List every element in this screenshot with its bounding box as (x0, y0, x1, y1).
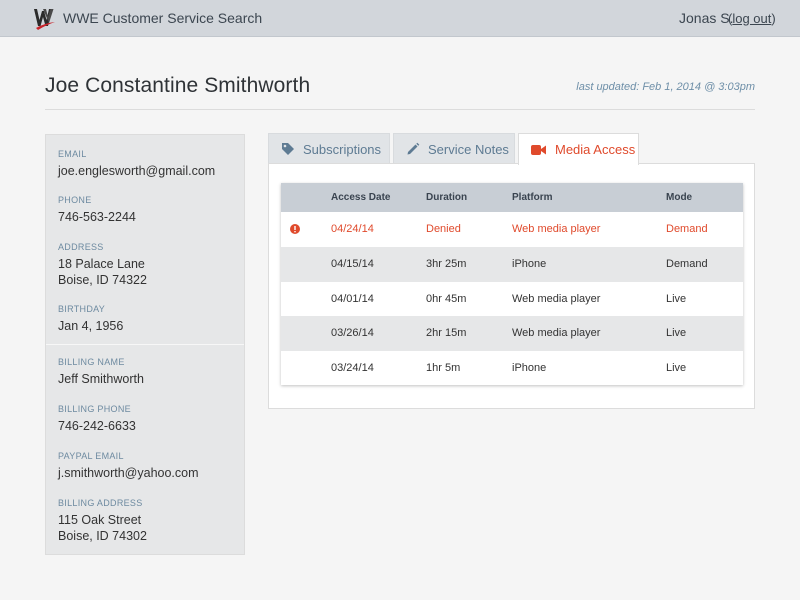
cell-duration: 1hr 5m (426, 362, 461, 374)
video-camera-icon (531, 144, 546, 155)
table-row[interactable]: 04/15/14 3hr 25m iPhone Demand (281, 247, 743, 282)
paypal-email-label: PAYPAL EMAIL (58, 451, 124, 461)
cell-platform: Web media player (512, 223, 601, 235)
billing-name-label: BILLING NAME (58, 357, 125, 367)
birthday-value: Jan 4, 1956 (58, 319, 124, 333)
billing-phone-label: BILLING PHONE (58, 404, 131, 414)
logout-label[interactable]: log out (732, 11, 771, 26)
table-row[interactable]: 04/24/14 Denied Web media player Demand (281, 212, 743, 247)
cell-date: 04/15/14 (331, 258, 374, 270)
header-mode[interactable]: Mode (666, 192, 692, 203)
last-updated-text: last updated: Feb 1, 2014 @ 3:03pm (576, 81, 755, 93)
cell-duration: 0hr 45m (426, 293, 467, 305)
user-name: Jonas S. (679, 10, 734, 26)
cell-platform: iPhone (512, 362, 547, 374)
birthday-label: BIRTHDAY (58, 304, 106, 314)
page-title: Joe Constantine Smithworth (45, 74, 311, 97)
billing-name-field: BILLING NAME Jeff Smithworth (58, 356, 144, 387)
header-duration[interactable]: Duration (426, 192, 467, 203)
table-row[interactable]: 04/01/14 0hr 45m Web media player Live (281, 282, 743, 317)
tag-icon (282, 143, 294, 155)
paypal-email-field: PAYPAL EMAIL j.smithworth@yahoo.com (58, 450, 199, 481)
cell-platform: iPhone (512, 258, 547, 270)
tab-service-notes-label: Service Notes (428, 141, 509, 157)
tab-service-notes[interactable]: Service Notes (393, 133, 515, 164)
header-divider (45, 109, 755, 110)
sidebar-divider (46, 344, 244, 345)
tab-media-access-label: Media Access (555, 142, 636, 157)
table-row[interactable]: 03/26/14 2hr 15m Web media player Live (281, 316, 743, 351)
email-label: EMAIL (58, 149, 87, 159)
cell-date: 03/24/14 (331, 362, 374, 374)
paypal-email-value: j.smithworth@yahoo.com (58, 466, 199, 480)
header-access-date[interactable]: Access Date (331, 192, 390, 203)
customer-info-sidebar: EMAIL joe.englesworth@gmail.com PHONE 74… (45, 134, 245, 555)
billing-phone-field: BILLING PHONE 746-242-6633 (58, 403, 136, 434)
wwe-logo-icon[interactable] (33, 6, 57, 32)
billing-address-line-1: 115 Oak Street (58, 513, 142, 527)
phone-value: 746-563-2244 (58, 210, 136, 224)
address-label: ADDRESS (58, 242, 104, 252)
billing-address-field: BILLING ADDRESS 115 Oak Street Boise, ID… (58, 497, 147, 544)
table-header: Access Date Duration Platform Mode (281, 183, 743, 212)
cell-platform: Web media player (512, 293, 601, 305)
billing-phone-value: 746-242-6633 (58, 419, 136, 433)
cell-date: 04/24/14 (331, 223, 374, 235)
header-platform[interactable]: Platform (512, 192, 553, 203)
billing-address-label: BILLING ADDRESS (58, 498, 143, 508)
pencil-icon (407, 142, 420, 155)
email-value: joe.englesworth@gmail.com (58, 164, 216, 178)
cell-duration: Denied (426, 223, 461, 235)
top-bar: WWE Customer Service Search Jonas S. (lo… (0, 0, 800, 37)
cell-duration: 2hr 15m (426, 327, 467, 339)
tab-media-access[interactable]: Media Access (518, 133, 639, 165)
address-line-2: Boise, ID 74322 (58, 273, 147, 287)
cell-mode: Demand (666, 223, 708, 235)
phone-label: PHONE (58, 195, 92, 205)
billing-address-line-2: Boise, ID 74302 (58, 529, 147, 543)
logout-link[interactable]: (log out) (728, 11, 776, 26)
birthday-field: BIRTHDAY Jan 4, 1956 (58, 303, 123, 334)
cell-mode: Live (666, 327, 687, 339)
cell-mode: Live (666, 293, 687, 305)
email-field: EMAIL joe.englesworth@gmail.com (58, 148, 215, 179)
cell-mode: Live (666, 362, 687, 374)
tab-subscriptions[interactable]: Subscriptions (268, 133, 390, 164)
billing-name-value: Jeff Smithworth (58, 372, 144, 386)
cell-mode: Demand (666, 258, 708, 270)
alert-icon (290, 224, 300, 234)
phone-field: PHONE 746-563-2244 (58, 194, 136, 225)
logout-close-paren: ) (771, 11, 776, 26)
address-field: ADDRESS 18 Palace Lane Boise, ID 74322 (58, 241, 147, 288)
cell-platform: Web media player (512, 327, 601, 339)
table-row[interactable]: 03/24/14 1hr 5m iPhone Live (281, 351, 743, 386)
app-title: WWE Customer Service Search (63, 10, 263, 26)
media-access-panel: Access Date Duration Platform Mode 04/24… (268, 163, 755, 409)
cell-date: 04/01/14 (331, 293, 374, 305)
cell-date: 03/26/14 (331, 327, 374, 339)
address-line-1: 18 Palace Lane (58, 257, 145, 271)
tab-subscriptions-label: Subscriptions (303, 141, 382, 157)
cell-duration: 3hr 25m (426, 258, 467, 270)
media-access-table: Access Date Duration Platform Mode 04/24… (281, 183, 743, 385)
